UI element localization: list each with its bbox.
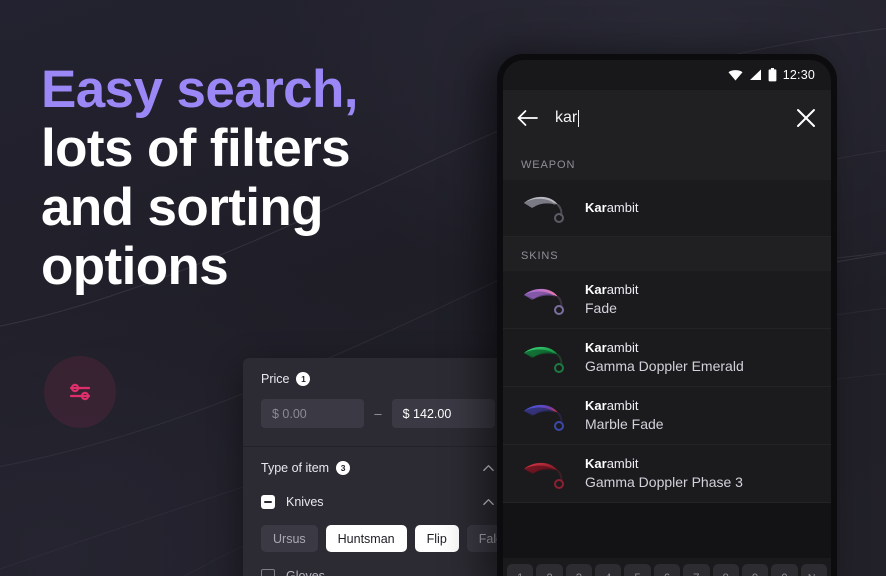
type-of-item-section: Type of item 3 Knives Ursus Huntsman Fli… [243,447,513,576]
gloves-checkbox[interactable] [261,569,275,576]
headline-line-2: lots of filters [41,119,351,178]
type-of-item-count-badge: 3 [336,461,351,475]
chevron-up-icon[interactable] [482,462,495,475]
key-0[interactable]: 0 [771,564,798,576]
key-1[interactable]: 1 [507,564,534,576]
knives-chip-list: Ursus Huntsman Flip Falchion [261,525,513,552]
result-title: Karambit [585,397,639,413]
list-item[interactable]: Karambit [503,180,831,237]
key-3[interactable]: 3 [565,564,593,576]
chip-huntsman[interactable]: Huntsman [325,525,407,552]
knives-label: Knives [286,495,324,509]
chip-flip[interactable]: Flip [414,525,459,552]
price-range-separator: – [374,406,382,421]
result-subtitle: Gamma Doppler Emerald [585,357,744,374]
headline-line-3: and sorting [41,178,324,237]
price-filter-section: Price 1 $ 0.00 – $ 142.00 [243,358,513,446]
section-header-weapon: WEAPON [503,146,831,180]
karambit-knife-icon [524,196,564,223]
search-input[interactable]: kar [555,109,779,127]
chip-ursus[interactable]: Ursus [261,525,318,552]
phone-screen: 12:30 kar WEAPON Karambit SKINS Karambit… [503,60,831,576]
group-knives-header[interactable]: Knives [261,495,495,509]
search-results[interactable]: WEAPON Karambit SKINS Karambit Fade Kara… [503,146,831,558]
arrow-back-icon[interactable] [517,109,539,127]
key-2[interactable]: 2 [536,564,563,576]
text-caret [578,109,580,127]
karambit-knife-icon [524,462,564,489]
signal-icon [749,69,761,80]
price-min-input[interactable]: $ 0.00 [261,399,365,428]
type-of-item-label: Type of item [261,461,330,475]
result-subtitle: Fade [585,299,617,316]
gloves-label: Gloves [286,569,325,576]
key-8[interactable]: 8 [712,564,739,576]
status-time: 12:30 [782,68,815,82]
virtual-keyboard: 1 2 3 4 5 6 7 8 9 0 № [503,558,831,576]
key-4[interactable]: 4 [595,564,622,576]
result-subtitle: Gamma Doppler Phase 3 [585,473,743,490]
key-numero[interactable]: № [800,564,827,576]
key-7[interactable]: 7 [683,564,710,576]
promo-stage: Easy search, lots of filters and sorting… [0,0,886,576]
price-filter-header: Price 1 [261,372,495,386]
karambit-knife-icon [524,404,564,431]
list-item[interactable]: Karambit Gamma Doppler Emerald [503,329,831,387]
sliders-icon [69,383,91,401]
filters-badge [44,356,116,428]
result-subtitle: Marble Fade [585,415,664,432]
list-item[interactable]: Karambit Fade [503,271,831,329]
search-query-text: kar [555,109,578,126]
list-item[interactable]: Karambit Gamma Doppler Phase 3 [503,445,831,503]
key-5[interactable]: 5 [624,564,651,576]
headline-line-1: Easy search, [41,60,359,119]
key-9[interactable]: 9 [741,564,769,576]
result-title: Karambit [585,281,639,297]
price-max-input[interactable]: $ 142.00 [391,399,496,428]
battery-icon [768,68,777,82]
wifi-icon [728,70,743,81]
knives-checkbox[interactable] [261,495,275,509]
close-icon[interactable] [795,107,817,129]
filter-panel: Price 1 $ 0.00 – $ 142.00 Type of item 3 [243,358,513,576]
karambit-knife-icon [524,346,564,373]
price-label: Price [261,372,290,386]
section-header-skins: SKINS [503,237,831,271]
price-count-badge: 1 [296,372,311,386]
search-bar: kar [503,90,831,146]
page-title: Easy search, lots of filters and sorting… [41,60,461,296]
list-item[interactable]: Karambit Marble Fade [503,387,831,445]
price-range-inputs: $ 0.00 – $ 142.00 [261,399,496,428]
chevron-up-icon[interactable] [482,496,495,509]
result-title: Karambit [585,455,639,471]
type-of-item-header[interactable]: Type of item 3 [261,461,495,475]
status-bar: 12:30 [503,60,831,90]
key-6[interactable]: 6 [653,564,681,576]
result-title: Karambit [585,199,639,215]
karambit-knife-icon [524,288,564,315]
headline-line-4: options [41,237,229,296]
group-gloves-header[interactable]: Gloves [261,569,495,576]
result-title: Karambit [585,339,639,355]
phone-mockup: 12:30 kar WEAPON Karambit SKINS Karambit… [497,54,837,576]
